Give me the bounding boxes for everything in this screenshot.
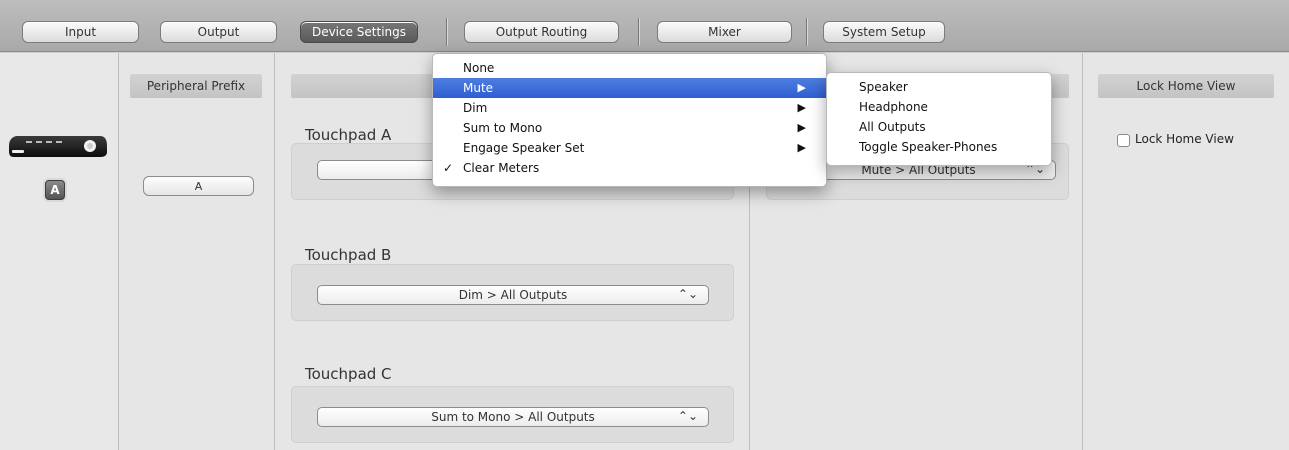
peripheral-prefix-header: Peripheral Prefix	[130, 74, 262, 98]
menu-item-clear-meters[interactable]: ✓ Clear Meters	[433, 158, 826, 178]
touchpad-b-group: Dim > All Outputs ⌃⌄	[291, 264, 734, 321]
popup-arrows-icon: ⌃⌄	[677, 409, 698, 423]
audio-interface-icon[interactable]	[8, 132, 108, 158]
menu-item-label: Engage Speaker Set	[463, 141, 585, 155]
tab-device-settings[interactable]: Device Settings	[300, 21, 418, 43]
tab-mixer[interactable]: Mixer	[657, 21, 792, 43]
submenu-arrow-icon: ▶	[797, 141, 806, 154]
tab-input[interactable]: Input	[22, 21, 139, 43]
tab-output-routing[interactable]: Output Routing	[464, 21, 619, 43]
toolbar-separator	[638, 18, 639, 46]
submenu-arrow-icon: ▶	[797, 101, 806, 114]
touchpad-c-value: Sum to Mono > All Outputs	[431, 410, 595, 424]
tab-system-setup[interactable]: System Setup	[823, 21, 945, 43]
peripheral-prefix-column: Peripheral Prefix A	[119, 53, 275, 450]
device-a-badge[interactable]: A	[45, 180, 65, 200]
mute-submenu: Speaker Headphone All Outputs Toggle Spe…	[826, 72, 1052, 166]
touchpad-action-menu: None Mute ▶ Dim ▶ Sum to Mono ▶ Engage S…	[432, 53, 827, 187]
menu-item-label: Clear Meters	[463, 161, 540, 175]
submenu-item-toggle-speaker-phones[interactable]: Toggle Speaker-Phones	[827, 137, 1051, 157]
submenu-item-speaker[interactable]: Speaker	[827, 77, 1051, 97]
toolbar-separator	[446, 18, 447, 46]
submenu-arrow-icon: ▶	[797, 81, 806, 94]
menu-item-label: Sum to Mono	[463, 121, 543, 135]
device-column: A	[0, 53, 119, 450]
menu-item-label: None	[463, 61, 495, 75]
touchpad-b-label: Touchpad B	[305, 246, 392, 264]
menu-item-label: Mute	[463, 81, 494, 95]
lock-home-view-header: Lock Home View	[1098, 74, 1274, 98]
popup-arrows-icon: ⌃⌄	[677, 287, 698, 301]
menu-item-none[interactable]: None	[433, 58, 826, 78]
menu-item-engage-speaker-set[interactable]: Engage Speaker Set ▶	[433, 138, 826, 158]
menu-item-label: Dim	[463, 101, 488, 115]
menu-item-mute[interactable]: Mute ▶	[433, 78, 826, 98]
touchpad-b-popup[interactable]: Dim > All Outputs ⌃⌄	[317, 285, 709, 305]
touchpad-c-popup[interactable]: Sum to Mono > All Outputs ⌃⌄	[317, 407, 709, 427]
menu-item-sum-to-mono[interactable]: Sum to Mono ▶	[433, 118, 826, 138]
touchpad-b-value: Dim > All Outputs	[458, 288, 568, 302]
lock-home-view-column: Lock Home View Lock Home View	[1083, 53, 1289, 450]
touchpad-a-label: Touchpad A	[305, 126, 392, 144]
tab-output[interactable]: Output	[160, 21, 277, 43]
touchpad-c-group: Sum to Mono > All Outputs ⌃⌄	[291, 386, 734, 443]
toolbar-separator	[806, 18, 807, 46]
toolbar: Input Output Device Settings Output Rout…	[0, 0, 1289, 52]
menu-item-dim[interactable]: Dim ▶	[433, 98, 826, 118]
lock-home-view-checkbox-label[interactable]: Lock Home View	[1135, 132, 1234, 146]
touchpad-c-label: Touchpad C	[305, 365, 392, 383]
checkmark-icon: ✓	[443, 161, 454, 175]
submenu-arrow-icon: ▶	[797, 121, 806, 134]
peripheral-prefix-button[interactable]: A	[143, 176, 254, 196]
lock-home-view-checkbox[interactable]	[1117, 134, 1130, 147]
submenu-item-headphone[interactable]: Headphone	[827, 97, 1051, 117]
submenu-item-all-outputs[interactable]: All Outputs	[827, 117, 1051, 137]
